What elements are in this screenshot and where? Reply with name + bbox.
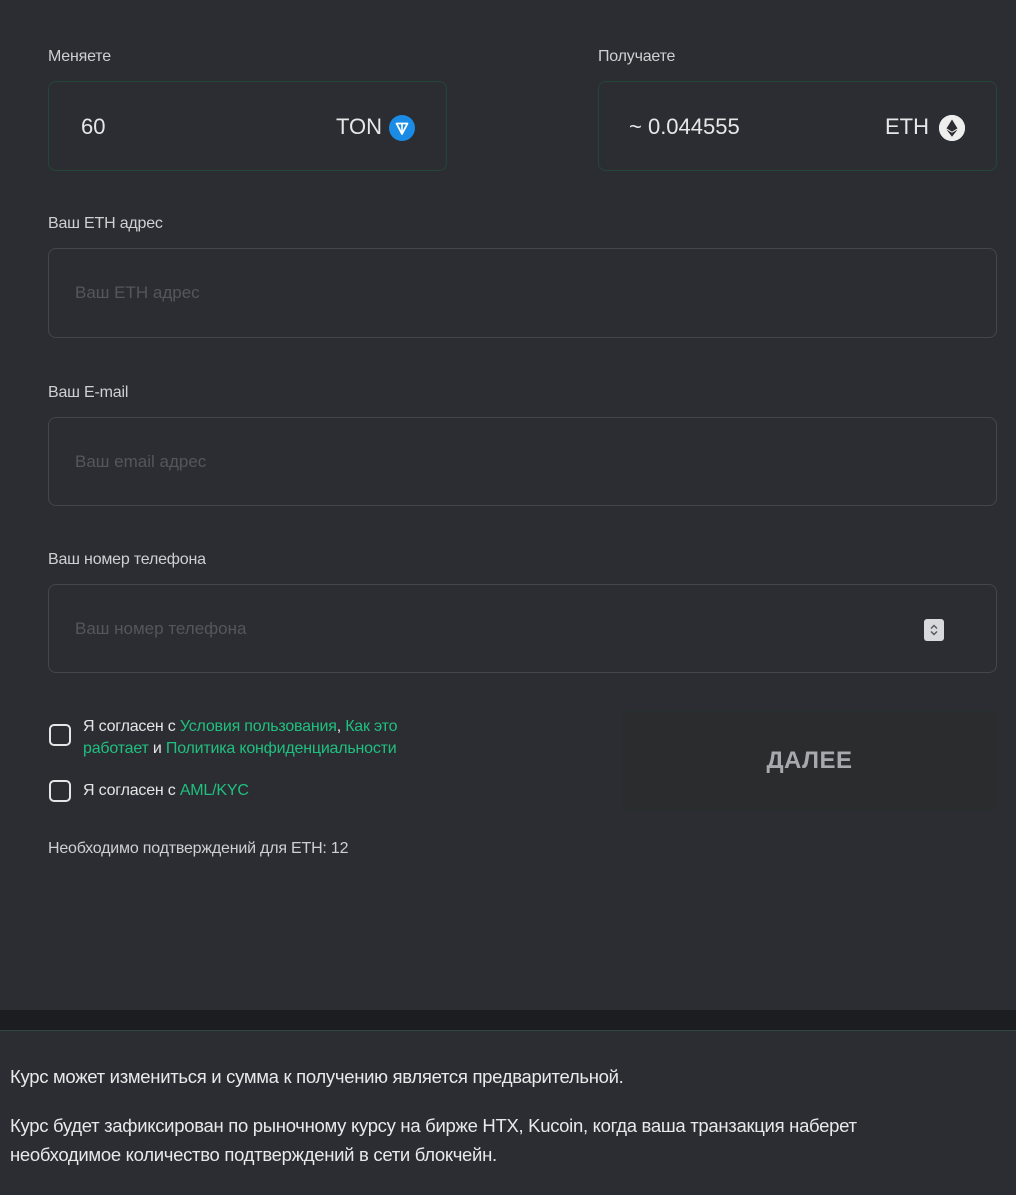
- privacy-policy-link[interactable]: Политика конфиденциальности: [166, 740, 397, 757]
- number-spinner[interactable]: [924, 619, 944, 641]
- address-field[interactable]: [48, 248, 997, 338]
- rate-note-1: Курс может измениться и сумма к получени…: [10, 1066, 624, 1087]
- get-amount-value: ~ 0.044555: [629, 114, 740, 139]
- email-input[interactable]: [73, 418, 916, 505]
- give-amount-field[interactable]: 60 TON: [48, 81, 447, 171]
- email-field[interactable]: [48, 417, 997, 506]
- rate-note-2-line2: необходимое количество подтверждений в с…: [10, 1144, 497, 1165]
- give-amount-value[interactable]: 60: [81, 114, 105, 140]
- get-label: Получаете: [598, 48, 676, 65]
- address-label: Ваш ETH адрес: [48, 215, 163, 232]
- terms-checkbox[interactable]: [49, 724, 71, 746]
- exchange-panel: Меняете 60 TON Получаете ~ 0.044555 ETH …: [0, 0, 1016, 1010]
- terms-agreement-text: Я согласен с Условия пользования, Как эт…: [83, 716, 483, 760]
- aml-checkbox[interactable]: [49, 780, 71, 802]
- aml-agreement-text: Я согласен с AML/KYC: [83, 780, 249, 802]
- get-amount-field: ~ 0.044555 ETH: [598, 81, 997, 171]
- phone-input[interactable]: [73, 585, 916, 672]
- give-label: Меняете: [48, 48, 111, 65]
- email-label: Ваш E-mail: [48, 384, 129, 401]
- terms-prefix: Я согласен с: [83, 718, 180, 735]
- rate-notes: Курс может измениться и сумма к получени…: [0, 1031, 1016, 1195]
- get-currency-label: ETH: [885, 114, 929, 139]
- ton-icon: [389, 115, 415, 141]
- comma-sep: ,: [336, 718, 346, 735]
- spinner-arrows-icon: [930, 624, 938, 636]
- and-word: и: [148, 740, 166, 757]
- how-it-works-link-part1[interactable]: Как это: [345, 718, 397, 735]
- section-divider: [0, 1010, 1016, 1031]
- how-it-works-link-part2[interactable]: работает: [83, 740, 149, 757]
- phone-field[interactable]: [48, 584, 997, 673]
- next-button[interactable]: ДАЛЕЕ: [622, 711, 997, 810]
- aml-kyc-link[interactable]: AML/KYC: [180, 782, 249, 799]
- eth-icon: [939, 115, 965, 141]
- confirmations-required-text: Необходимо подтверждений для ETH: 12: [48, 840, 349, 857]
- rate-note-2-line1: Курс будет зафиксирован по рыночному кур…: [10, 1115, 857, 1136]
- aml-prefix: Я согласен с: [83, 782, 180, 799]
- address-input[interactable]: [73, 249, 916, 337]
- give-currency-label: TON: [336, 114, 383, 139]
- phone-label: Ваш номер телефона: [48, 551, 206, 568]
- terms-link[interactable]: Условия пользования: [180, 718, 337, 735]
